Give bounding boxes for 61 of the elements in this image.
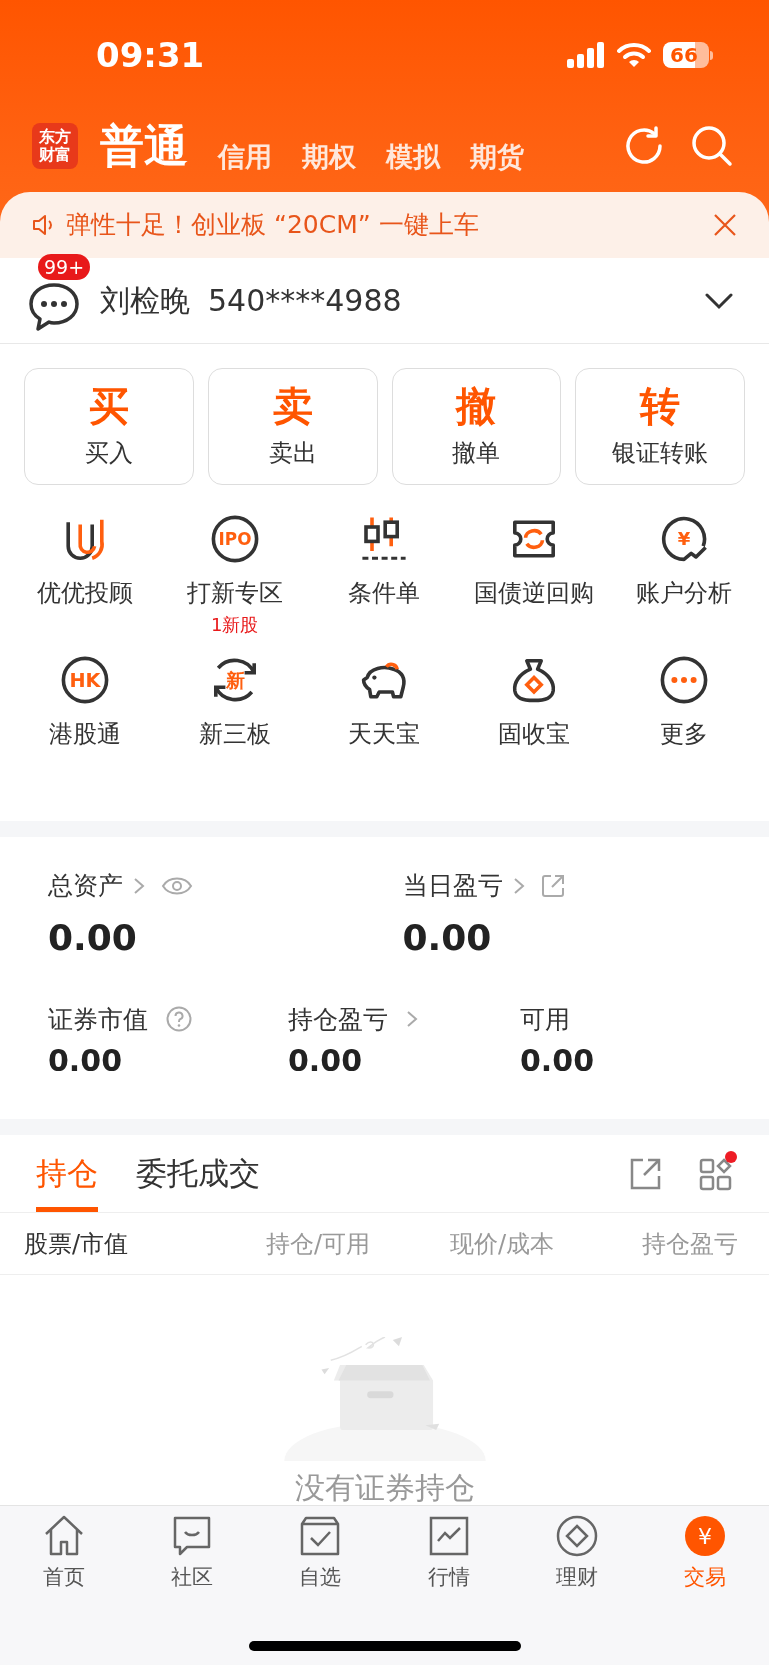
- more-icon: [660, 656, 709, 704]
- help-icon[interactable]: [166, 1006, 192, 1033]
- service-item[interactable]: 港股通: [48, 716, 121, 752]
- chevron-right-icon[interactable]: [512, 876, 525, 895]
- service-item[interactable]: 国债逆回购: [474, 575, 595, 611]
- chevron-right-icon[interactable]: [406, 1010, 418, 1029]
- asset-label: 持仓盈亏: [288, 1003, 388, 1036]
- banner-text: 弹性十足！创业板 “20CM” 一键上车: [66, 209, 479, 242]
- account-number: 540****4988: [208, 282, 402, 320]
- apps-icon[interactable]: [699, 1156, 733, 1191]
- yuan-icon: ¥: [682, 1514, 727, 1558]
- asset-value: 0.00: [48, 915, 138, 960]
- app-logo: 东方 财富: [32, 123, 78, 169]
- share-icon[interactable]: [540, 873, 565, 898]
- service-item[interactable]: 账户分析: [636, 575, 733, 611]
- trade-button[interactable]: 撤 撤单: [391, 368, 562, 485]
- column-header: 股票/市值: [23, 1228, 130, 1260]
- asset-label: 当日盈亏: [402, 870, 503, 902]
- message-count-badge: 99+: [38, 253, 91, 280]
- service-item[interactable]: 条件单: [348, 575, 421, 611]
- chevron-right-icon[interactable]: [133, 876, 145, 895]
- column-header: 持仓/可用: [266, 1228, 372, 1260]
- service-item[interactable]: 打新专区: [186, 575, 283, 611]
- nav-tab[interactable]: 首页: [0, 1514, 129, 1594]
- chevron-down-icon[interactable]: [705, 291, 733, 310]
- new-stock-note: 1新股: [210, 613, 259, 637]
- service-item[interactable]: 更多: [660, 716, 709, 752]
- close-icon[interactable]: [713, 213, 737, 237]
- service-item[interactable]: 天天宝: [348, 716, 421, 752]
- trade-button[interactable]: 买 买入: [24, 368, 194, 485]
- service-item[interactable]: 固收宝: [498, 716, 571, 752]
- nav-tab[interactable]: 理财: [512, 1514, 641, 1594]
- nav-tab[interactable]: 行情: [384, 1514, 513, 1594]
- service-item[interactable]: 新三板: [198, 716, 271, 752]
- export-icon[interactable]: [629, 1157, 661, 1190]
- candlestick-icon: [360, 515, 409, 563]
- column-header: 持仓盈亏: [642, 1228, 738, 1260]
- empty-state-text: 没有证券持仓: [294, 1471, 475, 1505]
- wifi-icon: [617, 42, 651, 68]
- trade-button[interactable]: 卖 卖出: [207, 368, 378, 485]
- holdings-tab[interactable]: 委托成交: [136, 1135, 260, 1212]
- message-icon[interactable]: [28, 280, 80, 333]
- ipo-icon: IPO: [210, 515, 259, 563]
- nav-tab[interactable]: 社区: [128, 1514, 257, 1594]
- account-name: 刘检晚: [100, 282, 190, 320]
- hk-icon: HK: [60, 656, 109, 704]
- status-time: 09:31: [96, 33, 205, 77]
- asset-label: 可用: [520, 1003, 570, 1036]
- asset-label: 总资产: [48, 870, 123, 902]
- asset-value: 0.00: [48, 1042, 124, 1080]
- asset-value: 0.00: [288, 1042, 364, 1080]
- asset-value: 0.00: [402, 915, 493, 960]
- signal-icon: [567, 42, 605, 68]
- column-header: 现价/成本: [450, 1228, 556, 1260]
- asset-value: 0.00: [520, 1042, 596, 1080]
- asset-label: 证券市值: [48, 1003, 148, 1036]
- service-item[interactable]: 优优投顾: [36, 575, 133, 611]
- search-icon[interactable]: [691, 125, 733, 167]
- trade-button[interactable]: 转 银证转账: [575, 368, 745, 485]
- nav-tab[interactable]: 自选: [256, 1514, 385, 1594]
- refresh-icon[interactable]: [623, 125, 665, 167]
